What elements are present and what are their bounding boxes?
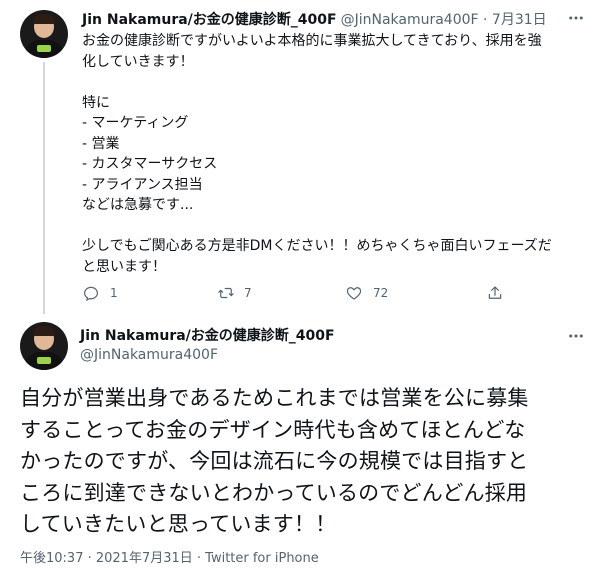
tweet1-avatar[interactable] xyxy=(20,10,68,58)
tweet1-text: お金の健康診断ですがいよいよ本格的に事業拡大してきており、採用を強 化していきま… xyxy=(82,33,552,275)
retweet-count: 7 xyxy=(244,286,252,300)
tweet1-like-button[interactable]: 72 xyxy=(345,284,388,302)
tweet2-more-icon[interactable] xyxy=(566,326,586,346)
tweet1-more-icon[interactable] xyxy=(566,8,586,28)
tweet2-author-name[interactable]: Jin Nakamura/お金の健康診断_400F xyxy=(80,325,335,345)
tweet1-handle-date[interactable]: @JinNakamura400F · 7月31日 xyxy=(341,9,547,29)
tweet1-share-button[interactable] xyxy=(486,284,504,302)
tweet1-reply-button[interactable]: 1 xyxy=(82,284,118,302)
tweet1-retweet-button[interactable]: 7 xyxy=(217,284,252,302)
tweet2-handle[interactable]: @JinNakamura400F xyxy=(80,347,218,363)
tweet2-timestamp-source[interactable]: 午後10:37 · 2021年7月31日 · Twitter for iPhon… xyxy=(20,547,319,566)
tweet2-text: 自分が営業出身であるためこれまでは営業を公に募集 することってお金のデザイン時代… xyxy=(20,386,529,536)
retweet-icon xyxy=(218,287,234,299)
like-count: 72 xyxy=(373,286,389,300)
thread-connector-line xyxy=(43,62,45,314)
tweet1-author-name[interactable]: Jin Nakamura/お金の健康診断_400F xyxy=(82,9,337,29)
tweet2-avatar[interactable] xyxy=(20,322,68,370)
heart-icon xyxy=(346,287,362,300)
reply-count: 1 xyxy=(110,286,118,300)
share-icon xyxy=(488,286,502,299)
reply-icon xyxy=(84,286,98,302)
